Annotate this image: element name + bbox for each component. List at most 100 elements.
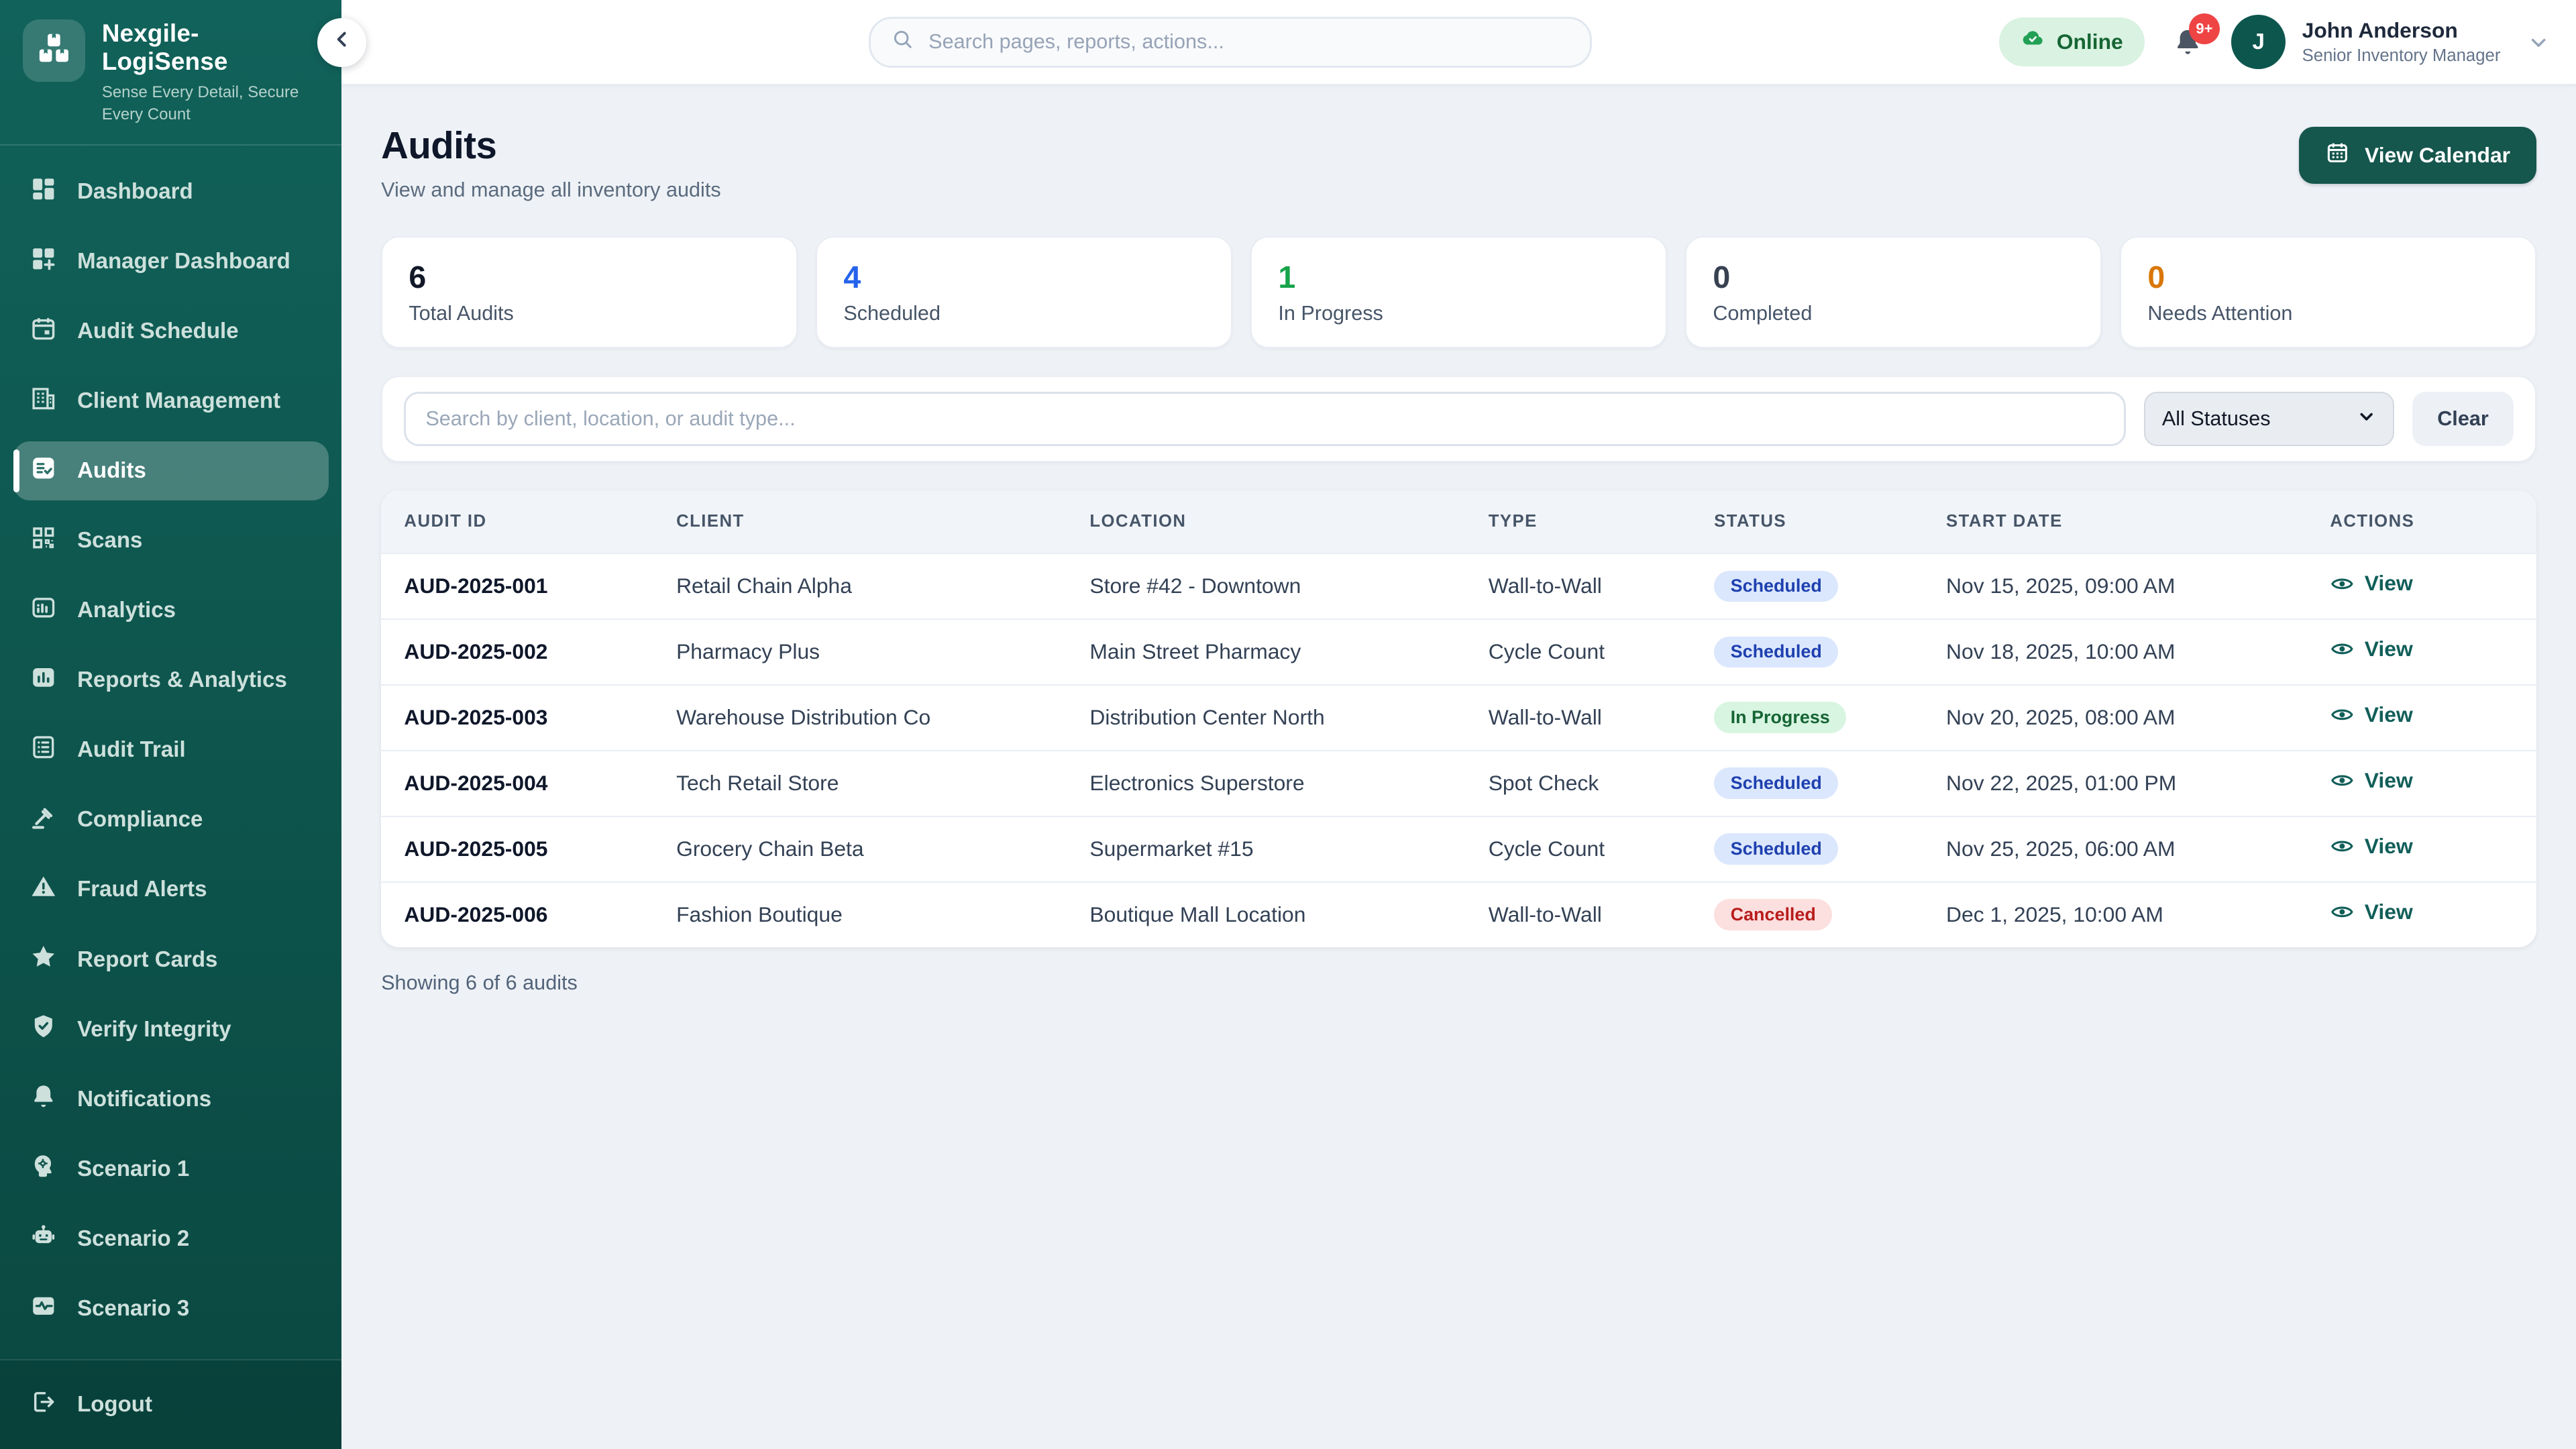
view-button[interactable]: View [2330,900,2412,924]
location-cell: Distribution Center North [1089,705,1488,730]
sidebar: Nexgile-LogiSense Sense Every Detail, Se… [0,0,341,1449]
bar-chart-icon [30,663,58,698]
sidebar-item-client-management[interactable]: Client Management [13,372,329,431]
sidebar-collapse-button[interactable] [317,18,366,67]
online-status-badge: Online [1999,17,2145,66]
global-search[interactable] [869,17,1592,68]
location-cell: Electronics Superstore [1089,771,1488,796]
sidebar-item-verify-integrity[interactable]: Verify Integrity [13,1000,329,1059]
view-button[interactable]: View [2330,571,2412,596]
logout-button[interactable]: Logout [13,1375,329,1434]
notifications-button[interactable]: 9+ [2172,26,2204,58]
building-icon [30,384,58,419]
chevron-down-icon [2357,407,2376,431]
user-role: Senior Inventory Manager [2302,46,2501,66]
view-button[interactable]: View [2330,768,2412,793]
bell-icon [30,1082,58,1116]
location-cell: Store #42 - Downtown [1089,574,1488,598]
gavel-icon [30,803,58,837]
sidebar-item-report-cards[interactable]: Report Cards [13,930,329,989]
stats-row: 6 Total Audits 4 Scheduled 1 In Progress… [381,236,2536,347]
eye-icon [2330,637,2355,661]
sidebar-item-fraud-alerts[interactable]: Fraud Alerts [13,860,329,919]
page-title: Audits [381,123,721,167]
chart-icon [30,594,58,628]
status-badge: Scheduled [1714,637,1838,668]
page-header-text: Audits View and manage all inventory aud… [381,123,721,202]
client-cell: Fashion Boutique [676,902,1089,927]
logout-label: Logout [77,1392,152,1417]
sidebar-item-audits[interactable]: Audits [13,441,329,500]
table-row: AUD-2025-006 Fashion Boutique Boutique M… [381,881,2536,947]
calendar-icon [30,315,58,349]
start-date-cell: Nov 25, 2025, 06:00 AM [1946,837,2330,861]
brand: Nexgile-LogiSense Sense Every Detail, Se… [0,0,341,144]
activity-icon [30,1292,58,1326]
app-tagline: Sense Every Detail, Secure Every Count [102,81,319,126]
main-content: Audits View and manage all inventory aud… [341,85,2576,1449]
column-header-location: Location [1089,512,1488,531]
column-header-start-date: Start Date [1946,512,2330,531]
logout-icon [30,1388,58,1422]
sidebar-item-label: Compliance [77,807,203,833]
stat-label: Completed [1713,302,2074,325]
column-header-status: Status [1714,512,1946,531]
status-cell: Scheduled [1714,833,1946,865]
page-header: Audits View and manage all inventory aud… [381,123,2536,202]
user-name: John Anderson [2302,18,2501,43]
view-button[interactable]: View [2330,637,2412,661]
status-filter-select[interactable]: All Statuses [2144,392,2394,446]
type-cell: Wall-to-Wall [1489,705,1714,730]
audit-search-input[interactable] [404,392,2127,446]
client-cell: Grocery Chain Beta [676,837,1089,861]
view-button[interactable]: View [2330,834,2412,859]
eye-icon [2330,768,2355,793]
table-row: AUD-2025-002 Pharmacy Plus Main Street P… [381,619,2536,684]
start-date-cell: Nov 18, 2025, 10:00 AM [1946,639,2330,664]
eye-icon [2330,834,2355,859]
stat-card-scheduled: 4 Scheduled [816,236,1232,347]
view-calendar-button[interactable]: View Calendar [2299,127,2536,184]
sidebar-item-label: Report Cards [77,947,217,973]
sidebar-item-audit-schedule[interactable]: Audit Schedule [13,302,329,361]
eye-icon [2330,572,2355,596]
status-filter-value: All Statuses [2162,407,2271,431]
sidebar-item-notifications[interactable]: Notifications [13,1070,329,1129]
sidebar-item-audit-trail[interactable]: Audit Trail [13,720,329,780]
location-cell: Boutique Mall Location [1089,902,1488,927]
calendar-icon [2325,140,2350,170]
boxes-icon [34,28,74,74]
sidebar-item-compliance[interactable]: Compliance [13,790,329,849]
sidebar-item-label: Reports & Analytics [77,667,287,693]
start-date-cell: Nov 15, 2025, 09:00 AM [1946,574,2330,598]
clipboard-check-icon [30,454,58,488]
sidebar-item-dashboard[interactable]: Dashboard [13,162,329,221]
location-cell: Supermarket #15 [1089,837,1488,861]
sidebar-item-scans[interactable]: Scans [13,511,329,570]
sidebar-item-scenario-3[interactable]: Scenario 3 [13,1279,329,1338]
sidebar-item-reports-analytics[interactable]: Reports & Analytics [13,651,329,710]
stat-value: 0 [1713,259,2074,295]
sidebar-item-scenario-1[interactable]: Scenario 1 [13,1140,329,1199]
sidebar-item-label: Analytics [77,598,176,623]
sidebar-item-label: Manager Dashboard [77,249,290,274]
sidebar-item-manager-dashboard[interactable]: Manager Dashboard [13,232,329,291]
chevron-left-icon [329,26,355,59]
audit-id-cell: AUD-2025-005 [404,837,676,861]
stat-label: Scheduled [843,302,1205,325]
start-date-cell: Dec 1, 2025, 10:00 AM [1946,902,2330,927]
sidebar-item-scenario-2[interactable]: Scenario 2 [13,1210,329,1269]
stat-card-completed: 0 Completed [1685,236,2102,347]
topbar-right: Online 9+ J John Anderson Senior Invento… [1999,15,2550,69]
clear-filters-button[interactable]: Clear [2412,392,2514,446]
status-cell: Scheduled [1714,571,1946,602]
sidebar-item-analytics[interactable]: Analytics [13,581,329,640]
sidebar-item-label: Client Management [77,388,280,414]
view-button[interactable]: View [2330,702,2412,727]
actions-cell: View [2330,768,2514,798]
status-cell: In Progress [1714,702,1946,733]
actions-cell: View [2330,900,2514,930]
status-badge: Scheduled [1714,571,1838,602]
user-menu[interactable]: J John Anderson Senior Inventory Manager [2231,15,2550,69]
global-search-input[interactable] [928,30,1570,54]
